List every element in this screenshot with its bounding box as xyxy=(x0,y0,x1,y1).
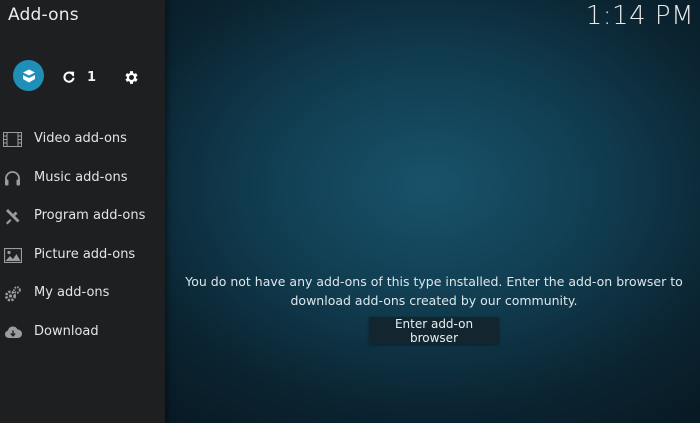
open-box-icon xyxy=(22,69,35,82)
tools-icon xyxy=(3,207,22,226)
refresh-icon xyxy=(63,71,75,83)
sidebar-toolbar: 1 xyxy=(0,60,165,94)
sidebar-item-picture-addons[interactable]: Picture add-ons xyxy=(0,236,165,275)
enter-addon-browser-button[interactable]: Enter add-on browser xyxy=(369,317,499,345)
sidebar-item-program-addons[interactable]: Program add-ons xyxy=(0,197,165,236)
update-button[interactable]: 1 xyxy=(62,67,96,87)
clock: 1:14 PM xyxy=(585,1,694,31)
film-icon xyxy=(3,130,22,149)
headphones-icon xyxy=(3,169,22,188)
sidebar-item-label: Program add-ons xyxy=(34,208,146,223)
settings-button[interactable] xyxy=(121,67,141,87)
sidebar-item-video-addons[interactable]: Video add-ons xyxy=(0,120,165,159)
sidebar-item-label: Picture add-ons xyxy=(34,246,136,262)
sidebar-item-download[interactable]: Download xyxy=(0,313,165,352)
addon-browser-button[interactable] xyxy=(13,60,44,91)
sidebar: Add-ons 1 Video add-ons Music add-ons Pr… xyxy=(0,0,165,423)
sidebar-item-label: My add-ons xyxy=(34,285,110,300)
update-count-badge: 1 xyxy=(87,69,97,85)
cloud-download-icon xyxy=(3,323,22,342)
page-title: Add-ons xyxy=(8,5,79,25)
sidebar-item-label: Download xyxy=(34,323,99,339)
sidebar-item-music-addons[interactable]: Music add-ons xyxy=(0,159,165,198)
empty-state-message: You do not have any add-ons of this type… xyxy=(185,274,683,308)
sidebar-menu: Video add-ons Music add-ons Program add-… xyxy=(0,120,165,351)
addons-screen: Add-ons 1 Video add-ons Music add-ons Pr… xyxy=(0,0,700,423)
sidebar-item-label: Music add-ons xyxy=(34,169,128,185)
gear-icon xyxy=(124,70,138,84)
sidebar-item-label: Video add-ons xyxy=(34,131,127,146)
gears-icon xyxy=(3,284,22,303)
picture-icon xyxy=(3,246,22,265)
sidebar-item-my-addons[interactable]: My add-ons xyxy=(0,274,165,313)
